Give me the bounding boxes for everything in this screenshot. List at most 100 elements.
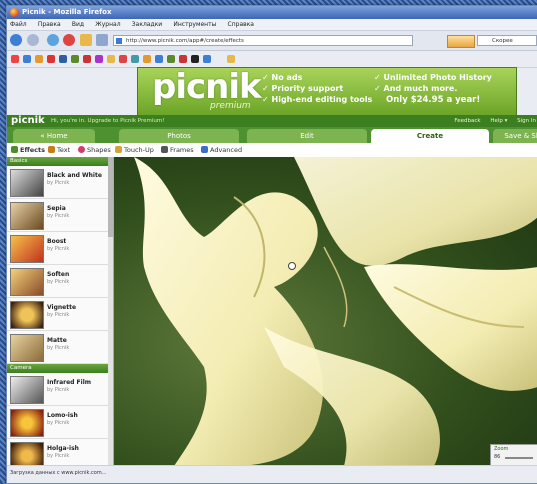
status-bar: Загрузка данных с www.picnik.com... <box>7 465 537 483</box>
tab-home[interactable]: « Home <box>13 129 95 143</box>
bookmark-icon[interactable] <box>11 55 19 63</box>
bookmark-icon[interactable] <box>23 55 31 63</box>
touchup-icon <box>115 146 122 153</box>
menu-edit[interactable]: Правка <box>38 21 61 28</box>
zoom-slider[interactable] <box>505 457 533 459</box>
subtab-advanced[interactable]: Advanced <box>201 146 242 154</box>
effect-author: by Picnik <box>47 279 70 285</box>
effect-item-black-and-white[interactable]: Black and White by Picnik <box>7 166 113 199</box>
bookmark-icon[interactable] <box>143 55 151 63</box>
flower-photo <box>134 157 537 466</box>
forward-icon[interactable] <box>27 34 39 46</box>
ad-feature: No ads <box>262 72 372 83</box>
home-icon[interactable] <box>80 34 92 46</box>
bookmark-icon[interactable] <box>71 55 79 63</box>
effect-author: by Picnik <box>47 453 70 459</box>
effect-thumbnail <box>10 409 44 437</box>
effect-name: Boost <box>47 238 67 245</box>
effect-name: Lomo-ish <box>47 412 78 419</box>
reload-icon[interactable] <box>47 34 59 46</box>
bookmark-icon[interactable] <box>131 55 139 63</box>
bookmark-icon[interactable] <box>179 55 187 63</box>
browser-window: Picnik - Mozilla Firefox Файл Правка Вид… <box>6 5 537 484</box>
subtab-text[interactable]: Text <box>48 146 70 154</box>
back-icon[interactable] <box>10 34 22 46</box>
bookmark-icon[interactable] <box>167 55 175 63</box>
photo-canvas[interactable]: Zoom 86 <box>114 157 537 466</box>
premium-ad-banner[interactable]: picnik premium No ads Priority support H… <box>137 67 517 117</box>
sign-in-link[interactable]: Sign In <box>517 118 536 124</box>
menu-history[interactable]: Журнал <box>95 21 120 28</box>
effect-thumbnail <box>10 301 44 329</box>
feedback-link[interactable]: Feedback <box>454 118 480 124</box>
ad-feature: And much more. <box>374 83 492 94</box>
bookmark-icon[interactable] <box>83 55 91 63</box>
bookmark-icon[interactable] <box>191 55 199 63</box>
effect-item-holga-ish[interactable]: Holga-ish by Picnik <box>7 439 113 466</box>
effect-item-infrared-film[interactable]: Infrared Film by Picnik <box>7 373 113 406</box>
menu-bar: Файл Правка Вид Журнал Закладки Инструме… <box>7 19 537 31</box>
bookmark-icon[interactable] <box>203 55 211 63</box>
tab-edit[interactable]: Edit <box>247 129 367 143</box>
help-link[interactable]: Help ▾ <box>490 118 507 124</box>
menu-file[interactable]: Файл <box>10 21 27 28</box>
effect-item-lomo-ish[interactable]: Lomo-ish by Picnik <box>7 406 113 439</box>
create-subtabs: Effects Text Shapes Touch-Up Frames Adva… <box>7 143 537 158</box>
subtab-label: Effects <box>20 146 45 154</box>
subtab-label: Text <box>57 146 71 154</box>
stop-icon[interactable] <box>63 34 75 46</box>
effect-author: by Picnik <box>47 387 70 393</box>
ad-features-left: No ads Priority support High-end editing… <box>262 72 373 105</box>
tab-create[interactable]: Create <box>371 129 489 143</box>
go-button[interactable] <box>447 35 475 48</box>
effect-item-matte[interactable]: Matte by Picnik <box>7 331 113 364</box>
subtab-label: Frames <box>170 146 194 154</box>
subtab-effects[interactable]: Effects <box>11 146 45 154</box>
picnik-header: picnik Hi, you're in. Upgrade to Picnik … <box>7 115 537 127</box>
bookmark-icon[interactable] <box>47 55 55 63</box>
title-bar[interactable]: Picnik - Mozilla Firefox <box>7 6 537 19</box>
effect-item-soften[interactable]: Soften by Picnik <box>7 265 113 298</box>
address-bar[interactable]: http://www.picnik.com/app#/create/effect… <box>113 35 413 46</box>
picnik-logo[interactable]: picnik <box>11 115 45 126</box>
print-icon[interactable] <box>96 34 108 46</box>
effect-item-vignette[interactable]: Vignette by Picnik <box>7 298 113 331</box>
effect-item-sepia[interactable]: Sepia by Picnik <box>7 199 113 232</box>
effects-scrollbar[interactable] <box>108 157 113 466</box>
bookmark-icon[interactable] <box>155 55 163 63</box>
bookmark-icon[interactable] <box>59 55 67 63</box>
section-header-camera: Camera <box>7 364 113 373</box>
text-icon <box>48 146 55 153</box>
header-links: Feedback Help ▾ Sign In <box>446 118 536 124</box>
menu-help[interactable]: Справка <box>228 21 254 28</box>
subtab-label: Touch-Up <box>124 146 154 154</box>
effects-panel: Basics Black and White by Picnik Sepia b… <box>7 157 114 466</box>
subtab-label: Shapes <box>87 146 111 154</box>
zoom-control: Zoom 86 <box>490 444 537 466</box>
search-box[interactable]: Скорее <box>477 35 537 46</box>
subtab-frames[interactable]: Frames <box>161 146 194 154</box>
effects-icon <box>11 146 18 153</box>
bookmarks-toolbar <box>7 51 537 68</box>
effect-name: Black and White <box>47 172 102 179</box>
tab-photos[interactable]: Photos <box>119 129 239 143</box>
effect-name: Holga-ish <box>47 445 79 452</box>
menu-bookmarks[interactable]: Закладки <box>132 21 162 28</box>
tab-save-share[interactable]: Save & Share <box>493 129 537 143</box>
menu-tools[interactable]: Инструменты <box>173 21 216 28</box>
status-text: Загрузка данных с www.picnik.com... <box>10 470 107 476</box>
effect-item-boost[interactable]: Boost by Picnik <box>7 232 113 265</box>
bookmark-icon[interactable] <box>119 55 127 63</box>
bookmark-icon[interactable] <box>35 55 43 63</box>
zoom-value: 86 <box>494 454 501 460</box>
bookmark-icon[interactable] <box>95 55 103 63</box>
subtab-touchup[interactable]: Touch-Up <box>115 146 154 154</box>
zoom-label: Zoom <box>494 446 509 452</box>
bookmark-icon[interactable] <box>227 55 235 63</box>
effect-name: Matte <box>47 337 67 344</box>
upgrade-message[interactable]: Hi, you're in. Upgrade to Picnik Premium… <box>51 118 164 124</box>
bookmark-icon[interactable] <box>107 55 115 63</box>
subtab-shapes[interactable]: Shapes <box>78 146 111 154</box>
scrollbar-thumb[interactable] <box>108 157 113 237</box>
menu-view[interactable]: Вид <box>72 21 84 28</box>
